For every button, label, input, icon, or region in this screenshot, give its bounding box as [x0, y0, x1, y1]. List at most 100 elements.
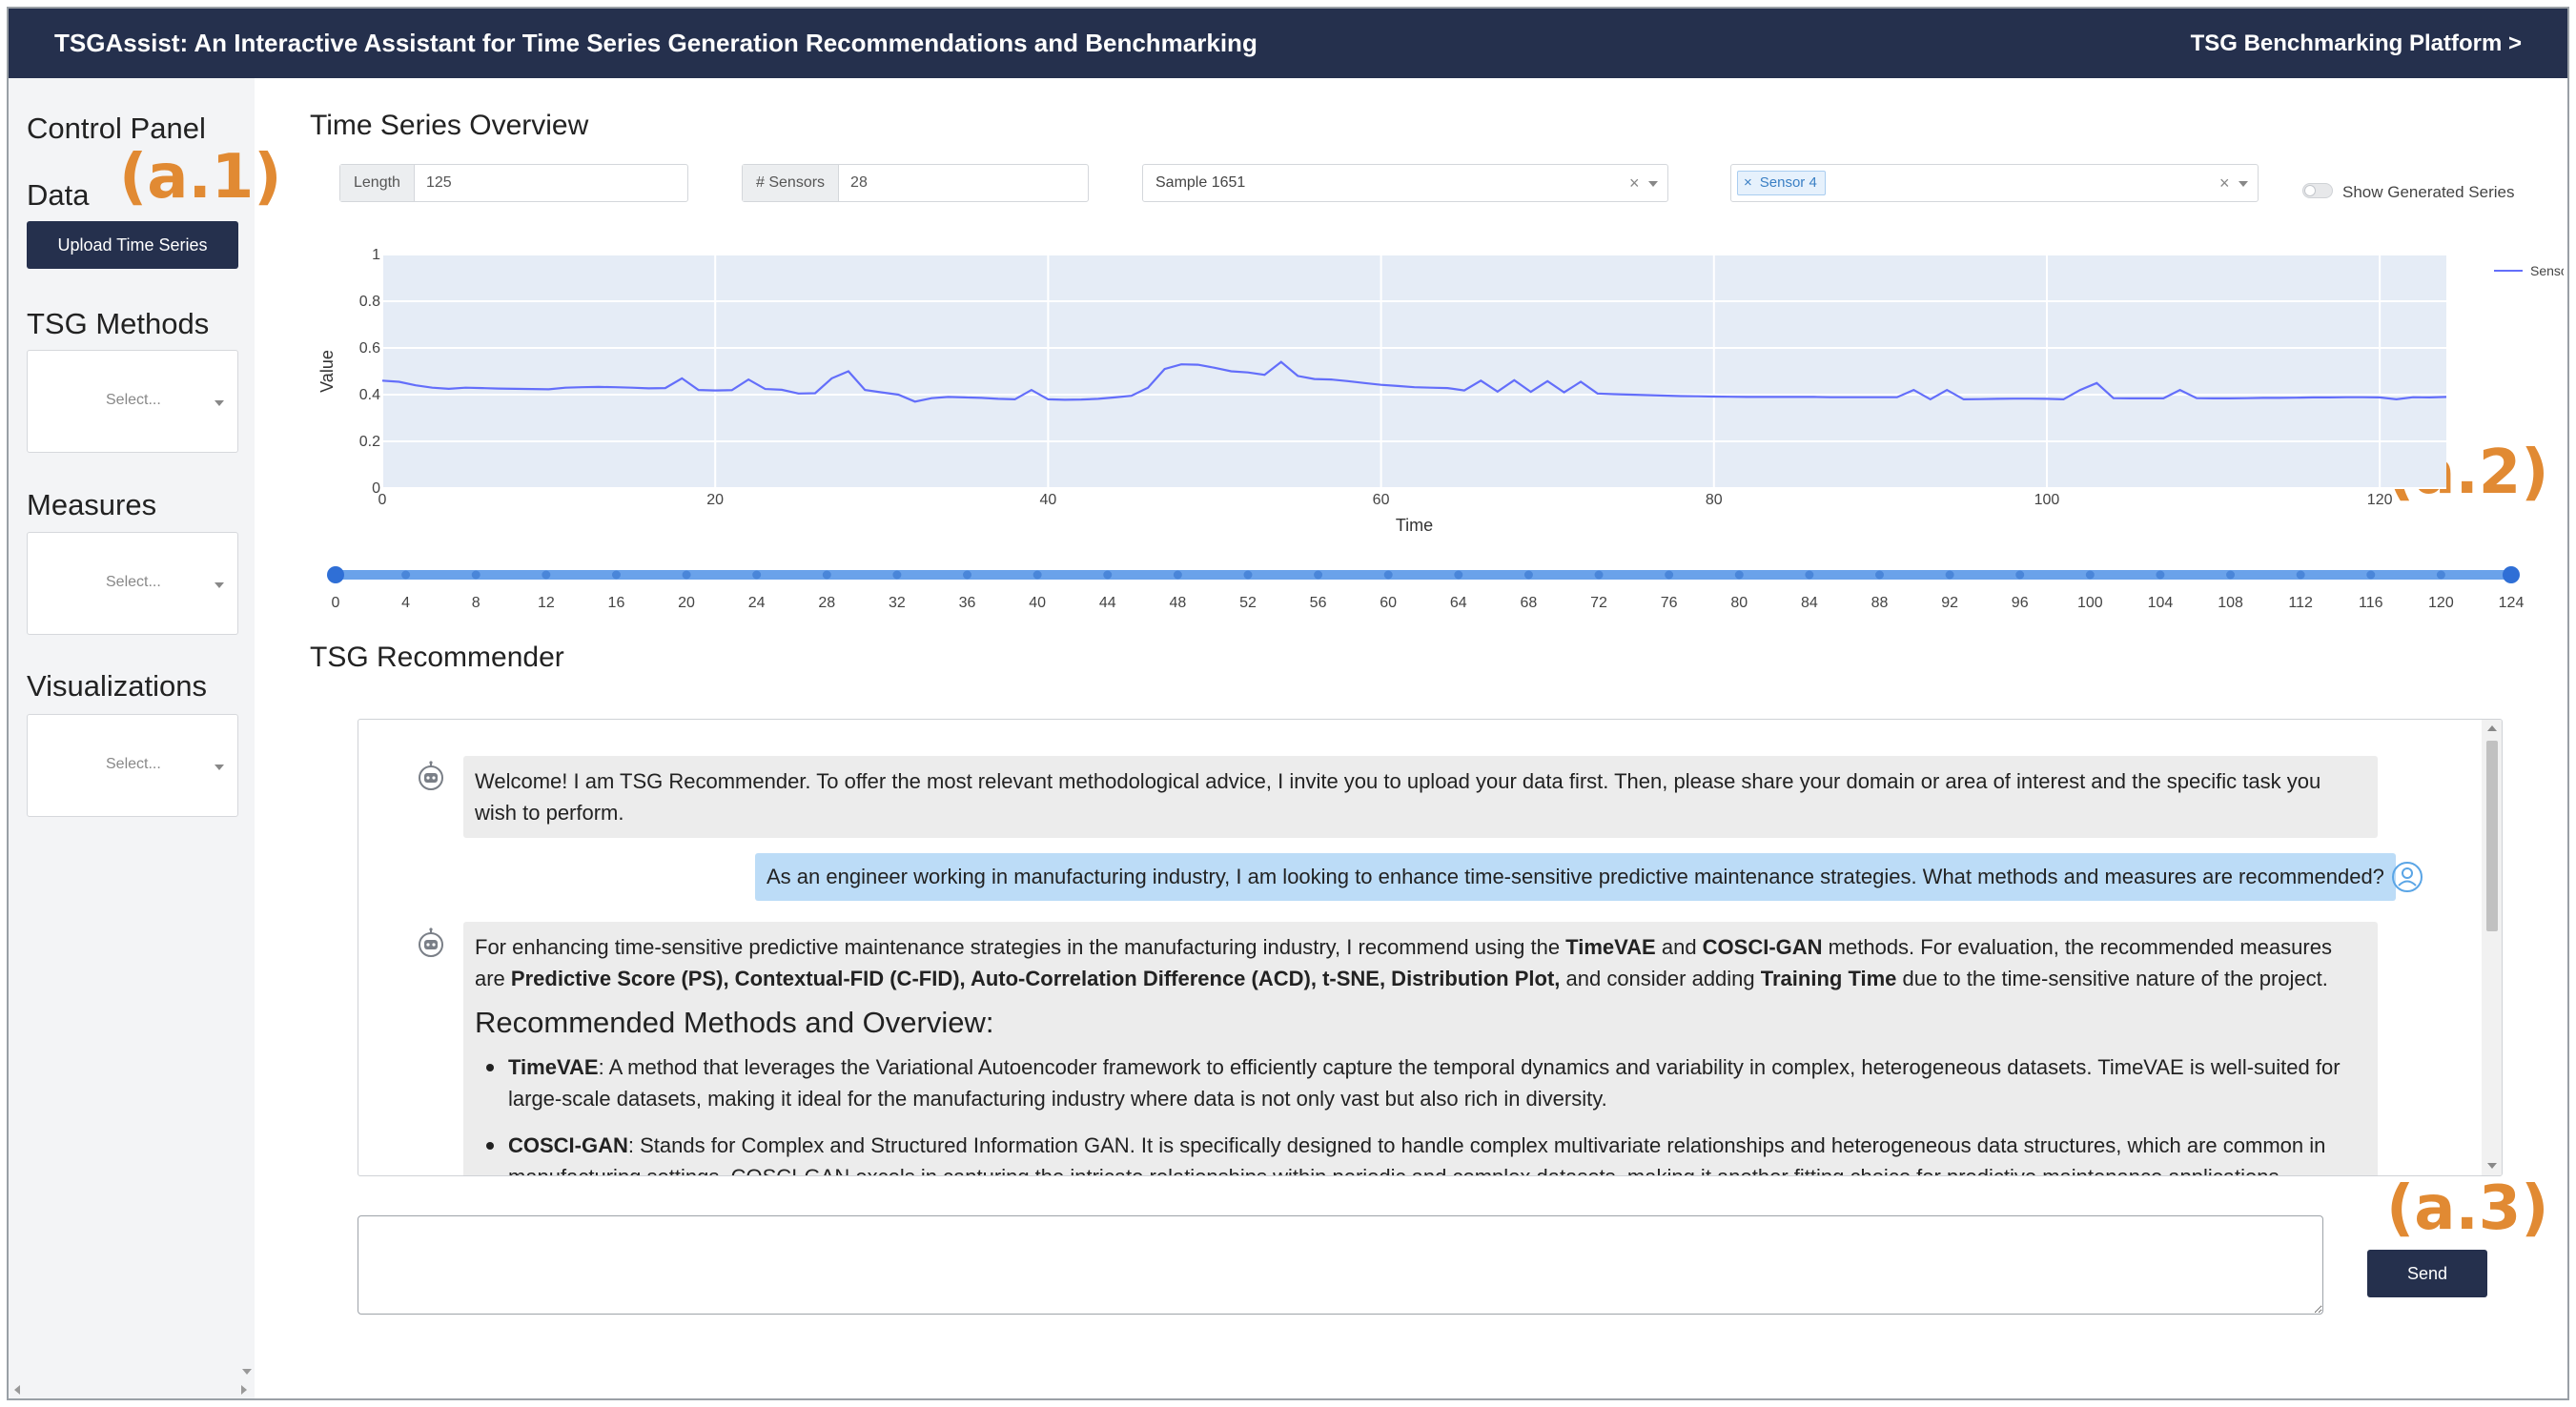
slider-tick-label: 88	[1871, 595, 1889, 611]
sensor-tag-label: Sensor 4	[1759, 174, 1817, 191]
sidebar-horizontal-scrollbar[interactable]	[9, 1381, 255, 1398]
slider-tick-dot	[1103, 570, 1113, 580]
scroll-up-icon[interactable]	[2487, 725, 2497, 731]
control-panel-title: Control Panel	[27, 112, 206, 145]
slider-tick-label: 20	[678, 595, 695, 611]
bot-message-welcome: Welcome! I am TSG Recommender. To offer …	[463, 756, 2378, 838]
slider-tick-dot	[1523, 570, 1533, 580]
send-button[interactable]: Send	[2367, 1250, 2487, 1297]
chat-input[interactable]	[358, 1215, 2323, 1315]
slider-tick-label: 96	[2012, 595, 2029, 611]
slider-tick-dot	[2366, 570, 2376, 580]
benchmarking-platform-link[interactable]: TSG Benchmarking Platform >	[2191, 9, 2522, 78]
length-input[interactable]: 125	[415, 165, 463, 201]
visualizations-label: Visualizations	[27, 669, 207, 703]
chevron-down-icon	[2239, 181, 2248, 187]
slider-tick-dot	[471, 570, 480, 580]
remove-tag-icon[interactable]: ×	[1744, 174, 1752, 191]
slider-tick-label: 72	[1590, 595, 1607, 611]
user-message: As an engineer working in manufacturing …	[755, 853, 2396, 901]
select-placeholder: Select...	[106, 756, 161, 772]
measures-label: Measures	[27, 488, 157, 521]
time-series-chart[interactable]: 02040608010012000.20.40.60.81Sensor 4Tim…	[304, 242, 2564, 542]
clear-icon[interactable]: ×	[1629, 165, 1640, 201]
sidebar-vertical-scrollbar[interactable]	[237, 78, 255, 1394]
slider-tick-label: 124	[2499, 595, 2525, 611]
clear-icon[interactable]: ×	[2219, 165, 2230, 201]
list-item: TimeVAE: A method that leverages the Var…	[475, 1051, 2366, 1114]
y-tick-label: 0.8	[359, 294, 380, 310]
slider-tick-dot	[2156, 570, 2165, 580]
slider-tick-dot	[892, 570, 902, 580]
method-description: : A method that leverages the Variationa…	[508, 1055, 2341, 1111]
slider-tick-label: 84	[1801, 595, 1818, 611]
y-tick-label: 1	[372, 247, 380, 263]
method-name: COSCI-GAN	[508, 1133, 628, 1157]
slider-tick-label: 76	[1661, 595, 1678, 611]
measures-select[interactable]: Select...	[27, 532, 238, 635]
y-tick-label: 0	[372, 480, 380, 497]
reply-measures: Predictive Score (PS), Contextual-FID (C…	[510, 967, 1561, 990]
reply-text: For enhancing time-sensitive predictive …	[475, 935, 1566, 959]
bullet-icon	[486, 1142, 494, 1150]
slider-handle[interactable]	[327, 566, 344, 583]
control-panel-sidebar: Control Panel Data Upload Time Series TS…	[9, 78, 255, 1398]
upload-time-series-button[interactable]: Upload Time Series	[27, 221, 238, 269]
robot-icon	[419, 928, 443, 957]
select-placeholder: Select...	[106, 574, 161, 590]
tsg-methods-select[interactable]: Select...	[27, 350, 238, 453]
slider-tick-dot	[752, 570, 762, 580]
reply-training-time: Training Time	[1760, 967, 1897, 990]
sample-dropdown[interactable]: Sample 1651 ×	[1142, 164, 1668, 202]
chat-history[interactable]: Welcome! I am TSG Recommender. To offer …	[358, 719, 2503, 1176]
show-generated-series-toggle[interactable]	[2302, 183, 2333, 198]
app-title: TSGAssist: An Interactive Assistant for …	[54, 29, 1257, 57]
x-tick-label: 120	[2367, 492, 2393, 508]
slider-tick-label: 104	[2148, 595, 2174, 611]
scroll-down-icon[interactable]	[2487, 1163, 2497, 1169]
annotation-a1: (a.1)	[119, 142, 282, 213]
scroll-right-icon[interactable]	[241, 1385, 247, 1395]
chat-scrollbar[interactable]	[2482, 720, 2502, 1175]
slider-tick-label: 116	[2359, 595, 2383, 611]
method-name: TimeVAE	[508, 1055, 599, 1079]
scroll-left-icon[interactable]	[14, 1385, 20, 1395]
slider-tick-label: 32	[889, 595, 906, 611]
slider-tick-label: 0	[332, 595, 340, 611]
y-tick-label: 0.6	[359, 340, 380, 357]
visualizations-select[interactable]: Select...	[27, 714, 238, 817]
slider-tick-dot	[963, 570, 972, 580]
slider-tick-label: 44	[1099, 595, 1116, 611]
sensors-input[interactable]: 28	[839, 165, 879, 201]
legend-label: Sensor 4	[2530, 263, 2564, 278]
plot-area	[382, 255, 2446, 488]
time-range-slider[interactable]: 0 4 8 12 16 20 24 28 32 36 40 44 48 52 56 60 64 68 72 76 80 8…	[314, 550, 2545, 617]
slider-tick-label: 60	[1380, 595, 1397, 611]
scroll-down-icon[interactable]	[242, 1369, 252, 1375]
sensor-multiselect[interactable]: × Sensor 4 ×	[1730, 164, 2259, 202]
slider-tick-label: 36	[959, 595, 976, 611]
sensors-label: # Sensors	[743, 165, 840, 201]
app-window: TSGAssist: An Interactive Assistant for …	[7, 7, 2569, 1400]
user-icon	[2392, 862, 2423, 892]
y-tick-label: 0.2	[359, 434, 380, 450]
x-tick-label: 100	[2034, 492, 2060, 508]
show-generated-series-label: Show Generated Series	[2342, 183, 2515, 201]
sensor-tag: × Sensor 4	[1737, 171, 1826, 195]
slider-tick-dot	[2226, 570, 2236, 580]
chat-scroll-thumb[interactable]	[2486, 741, 2498, 931]
slider-handle[interactable]	[2503, 566, 2520, 583]
slider-tick-label: 48	[1169, 595, 1186, 611]
slider-tick-label: 56	[1310, 595, 1327, 611]
tsg-methods-label: TSG Methods	[27, 307, 210, 340]
reply-method-coscigan: COSCI-GAN	[1702, 935, 1823, 959]
x-tick-label: 20	[706, 492, 724, 508]
chevron-down-icon	[215, 400, 224, 406]
length-input-group: Length 125	[339, 164, 688, 202]
slider-tick-dot	[1945, 570, 1954, 580]
robot-icon	[419, 761, 443, 790]
method-list: TimeVAE: A method that leverages the Var…	[475, 1051, 2366, 1175]
sensors-input-group: # Sensors 28	[742, 164, 1089, 202]
slider-tick-label: 28	[818, 595, 835, 611]
reply-method-timevae: TimeVAE	[1565, 935, 1656, 959]
